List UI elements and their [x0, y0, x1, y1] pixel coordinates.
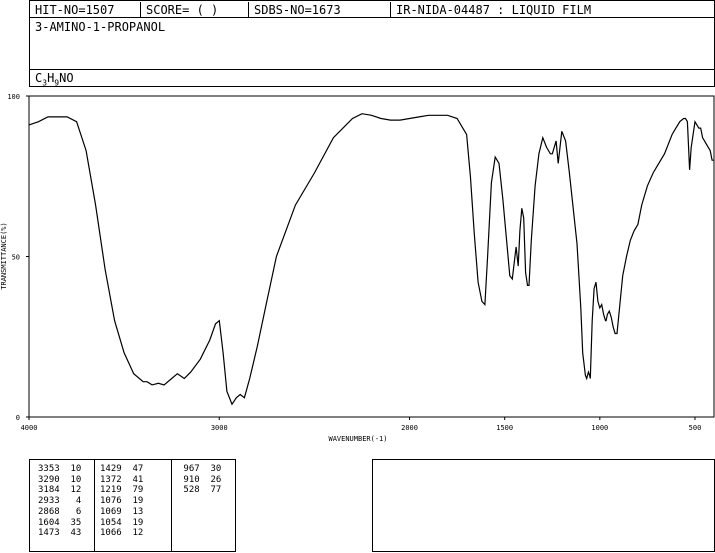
- peak-row: 3353 10: [38, 464, 82, 474]
- peak-row: 1076 19: [100, 496, 144, 507]
- y-tick-label: 100: [7, 93, 20, 101]
- peak-row: 1473 43: [38, 528, 82, 539]
- peak-row: 2933 4: [38, 496, 82, 507]
- peak-row: 910 26: [178, 474, 222, 485]
- peak-row: 1219 79: [100, 485, 144, 496]
- y-axis-label: TRANSMITTANCE(%): [0, 222, 8, 289]
- peak-table: 3353 10 3290 10 3184 12 2933 4 2868 6 1604 35…: [29, 459, 236, 552]
- y-axis: 0 50 100: [7, 93, 29, 422]
- peak-row: 967 30: [178, 464, 222, 474]
- peak-row: 3184 12: [38, 485, 82, 496]
- x-axis: 4000 3000 2000 1500 1000 500: [21, 417, 702, 432]
- peak-row: 1372 41: [100, 474, 144, 485]
- x-axis-label: WAVENUMBER(-1): [328, 435, 387, 443]
- spectrum-line: [28, 113, 714, 406]
- peak-row: 1066 12: [100, 528, 144, 539]
- structure-box: [372, 459, 715, 552]
- x-tick-label: 2000: [401, 424, 418, 432]
- peak-divider-1: [94, 460, 95, 551]
- peak-divider-2: [171, 460, 172, 551]
- x-tick-label: 4000: [21, 424, 38, 432]
- peak-row: 2868 6: [38, 506, 82, 517]
- x-tick-label: 1000: [591, 424, 608, 432]
- x-tick-label: 500: [689, 424, 702, 432]
- peak-row: 1069 13: [100, 506, 144, 517]
- peak-column-2: 1429 47 1372 41 1219 79 1076 19 1069 13 1054 …: [100, 464, 143, 539]
- peak-row: 1429 47: [100, 464, 144, 474]
- y-tick-label: 50: [12, 254, 20, 262]
- x-tick-label: 1500: [496, 424, 513, 432]
- x-tick-label: 3000: [211, 424, 228, 432]
- peak-row: 528 77: [178, 485, 222, 496]
- peak-row: 1054 19: [100, 517, 144, 528]
- peak-row: 1604 35: [38, 517, 82, 528]
- peak-column-3: 967 30 910 26 528 77: [178, 464, 221, 496]
- y-tick-label: 0: [16, 414, 20, 422]
- peak-row: 3290 10: [38, 474, 82, 485]
- peak-column-1: 3353 10 3290 10 3184 12 2933 4 2868 6 1604 35…: [38, 464, 81, 539]
